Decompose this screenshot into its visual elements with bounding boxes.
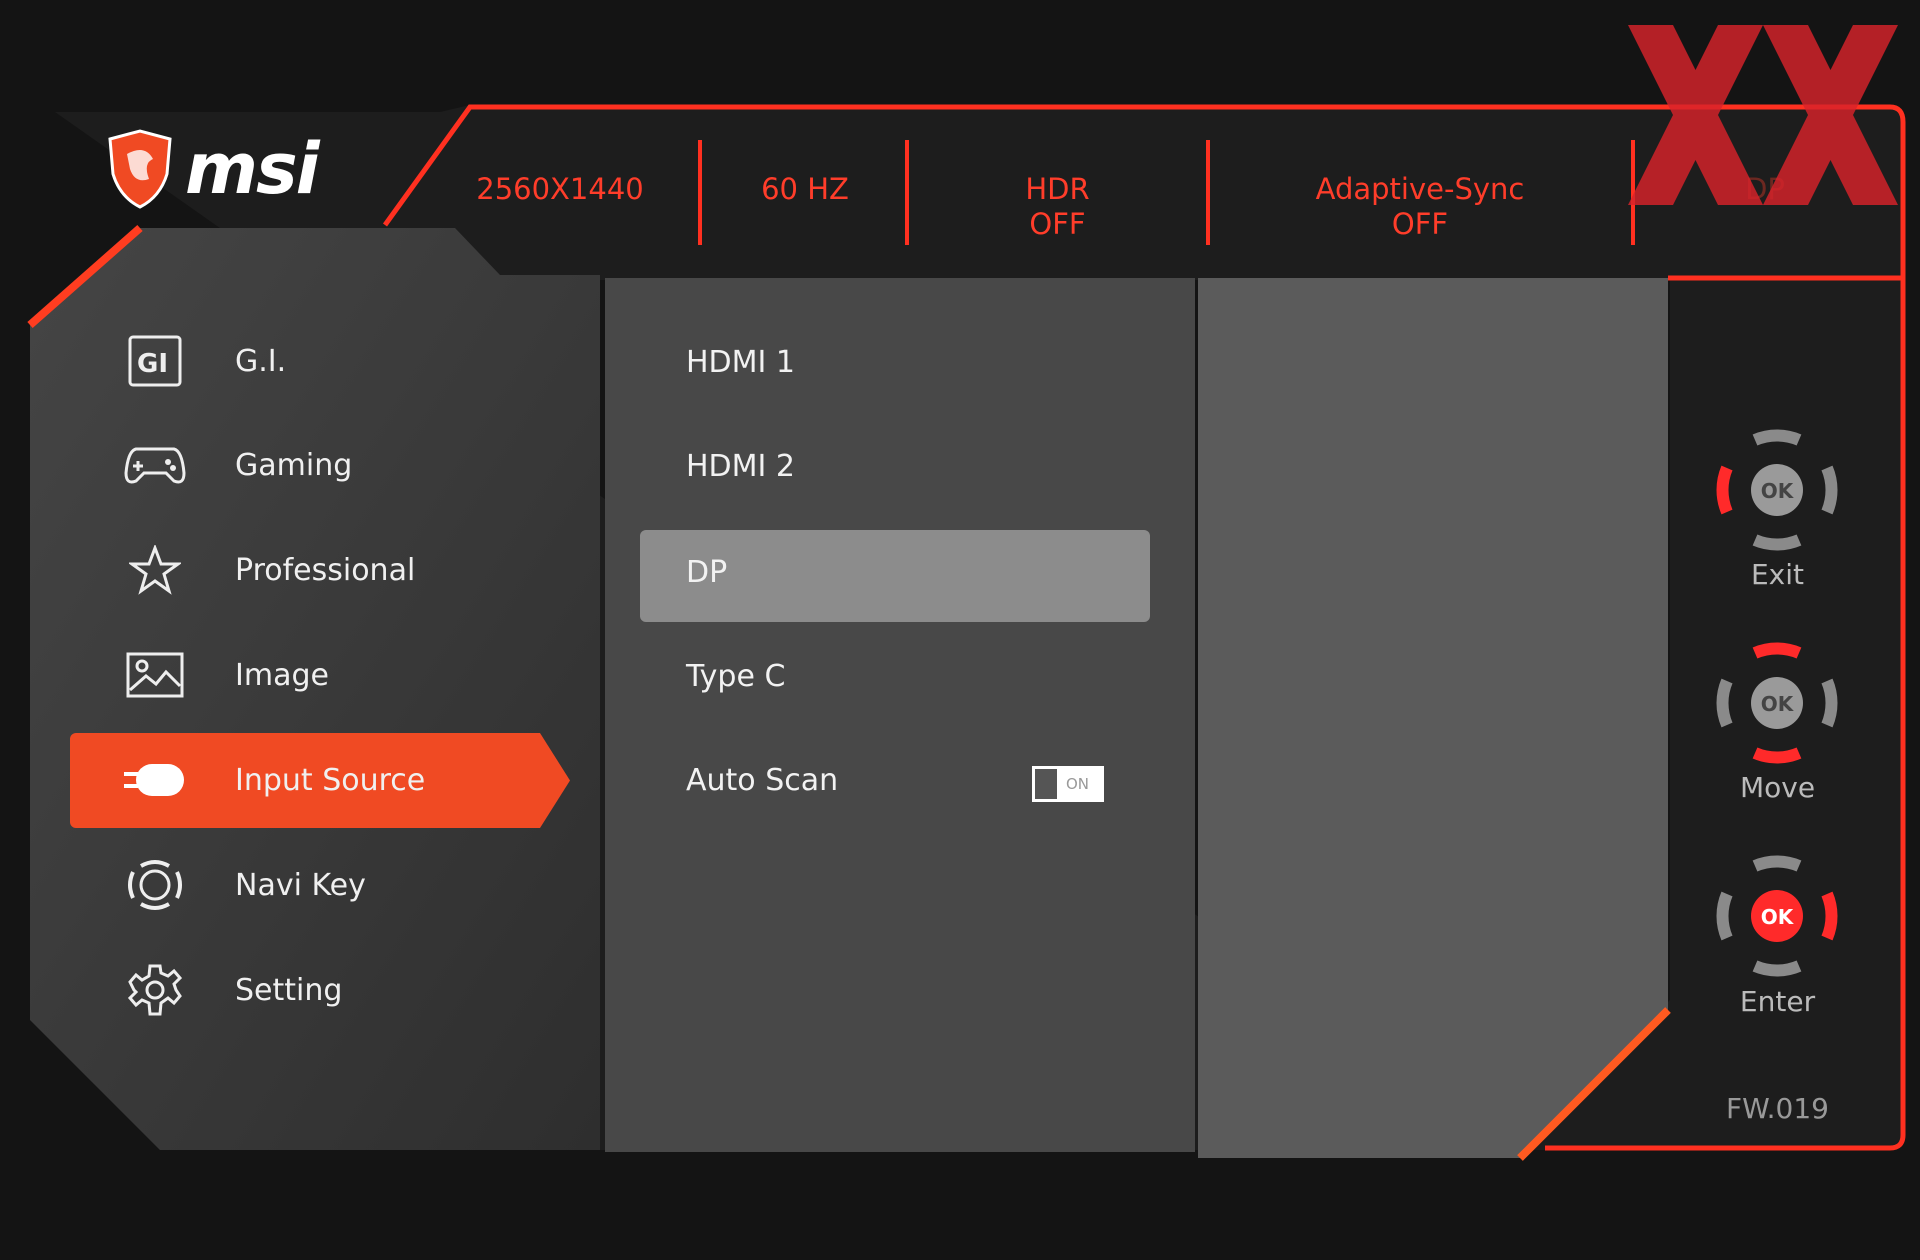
adaptive-sync-value: OFF <box>1391 207 1449 241</box>
submenu-item-hdmi-2[interactable]: HDMI 2 <box>686 449 795 484</box>
menu-item-setting[interactable]: Setting <box>110 945 570 1035</box>
menu-label: G.I. <box>235 343 287 379</box>
submenu-item-dp[interactable]: DP <box>686 555 727 590</box>
navi-key-icon <box>120 855 190 915</box>
menu-label: Gaming <box>235 447 353 483</box>
svg-text:OK: OK <box>1761 905 1795 929</box>
menu-label: Image <box>235 657 329 693</box>
divider <box>698 140 702 245</box>
resolution-status: 2560X1440 <box>476 172 644 206</box>
divider <box>1206 140 1210 245</box>
gear-icon <box>120 960 190 1020</box>
adaptive-sync-status: Adaptive-Sync OFF <box>1270 172 1570 242</box>
firmware-version: FW.019 <box>1726 1092 1829 1125</box>
svg-text:OK: OK <box>1761 479 1795 503</box>
submenu-item-type-c[interactable]: Type C <box>686 659 785 694</box>
svg-text:GI: GI <box>137 349 168 379</box>
menu-item-professional[interactable]: Professional <box>110 525 570 615</box>
hdr-status: HDR OFF <box>970 172 1145 242</box>
auto-scan-toggle[interactable]: ON <box>1032 766 1104 802</box>
msi-logo: msi <box>105 128 320 210</box>
menu-label: Professional <box>235 552 416 588</box>
image-icon <box>120 645 190 705</box>
hdr-value: OFF <box>1029 207 1086 241</box>
enter-label: Enter <box>1739 985 1816 1018</box>
msi-dragon-shield-icon <box>108 129 172 209</box>
submenu-item-hdmi-1[interactable]: HDMI 1 <box>686 345 795 380</box>
navkey-exit-icon: OK <box>1716 429 1838 551</box>
menu-item-image[interactable]: Image <box>110 630 570 720</box>
brand-name: msi <box>185 128 320 210</box>
input-icon <box>120 750 190 810</box>
star-icon <box>120 540 190 600</box>
menu-item-gaming[interactable]: Gaming <box>110 420 570 510</box>
submenu-item-auto-scan[interactable]: Auto Scan <box>686 763 838 798</box>
menu-item-gi[interactable]: GI G.I. <box>110 316 570 406</box>
move-label: Move <box>1739 771 1816 804</box>
menu-item-input-source[interactable]: Input Source <box>110 735 570 825</box>
navkey-move-icon: OK <box>1716 642 1838 764</box>
menu-item-navi-key[interactable]: Navi Key <box>110 840 570 930</box>
divider <box>905 140 909 245</box>
gi-icon: GI <box>120 331 190 391</box>
menu-label: Setting <box>235 972 343 1008</box>
navkey-enter-icon: OK <box>1716 855 1838 977</box>
toggle-knob <box>1035 769 1057 799</box>
menu-label: Input Source <box>235 762 426 798</box>
gamepad-icon <box>120 435 190 495</box>
toggle-label: ON <box>1066 775 1090 793</box>
menu-label: Navi Key <box>235 867 366 903</box>
exit-label: Exit <box>1750 558 1805 591</box>
refresh-status: 60 HZ <box>761 172 849 206</box>
svg-text:OK: OK <box>1761 692 1795 716</box>
watermark-logo <box>1628 25 1898 205</box>
adaptive-sync-label: Adaptive-Sync <box>1315 172 1525 206</box>
hdr-label: HDR <box>1025 172 1090 206</box>
